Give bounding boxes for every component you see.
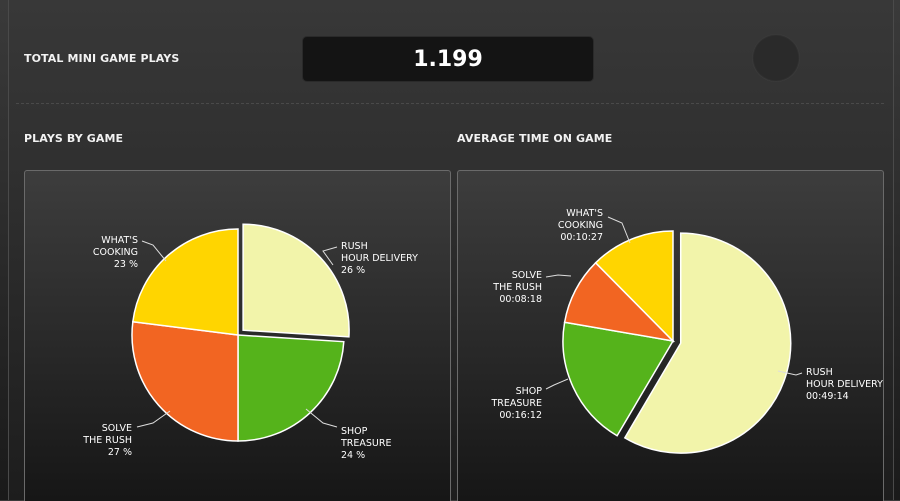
pie-slice-rush-hour-delivery[interactable] — [242, 223, 350, 338]
label-connector-solve-the-rush — [136, 410, 171, 428]
slice-label-shop-treasure: SHOP TREASURE 00:16:12 — [491, 386, 543, 421]
slice-label-solve-the-rush: SOLVE THE RUSH 27 % — [82, 423, 132, 458]
plays-by-game-panel: RUSH HOUR DELIVERY 26 % SHOP TREASURE 24 % SOL… — [24, 170, 451, 501]
total-plays-value: 1.199 — [413, 46, 483, 72]
label-connector-whats-cooking — [607, 216, 631, 244]
total-plays-label: TOTAL MINI GAME PLAYS — [24, 52, 180, 65]
average-time-panel: RUSH HOUR DELIVERY 00:49:14 SHOP TREASURE 00:… — [457, 170, 884, 501]
slice-label-solve-the-rush: SOLVE THE RUSH 00:08:18 — [492, 270, 542, 305]
plays-by-game-title: PLAYS BY GAME — [24, 132, 124, 145]
pie-slice-solve-the-rush[interactable] — [131, 320, 239, 442]
slice-label-whats-cooking: WHAT'S COOKING 23 % — [93, 235, 138, 270]
total-plays-value-box: 1.199 — [302, 36, 594, 82]
average-time-title: AVERAGE TIME ON GAME — [457, 132, 613, 145]
slice-label-rush-hour-delivery: RUSH HOUR DELIVERY 26 % — [341, 241, 418, 276]
slice-label-whats-cooking: WHAT'S COOKING 00:10:27 — [558, 208, 603, 243]
slice-label-rush-hour-delivery: RUSH HOUR DELIVERY 00:49:14 — [806, 367, 883, 402]
pie-slice-shop-treasure[interactable] — [237, 334, 345, 442]
label-connector-shop-treasure — [545, 378, 569, 390]
label-connector-solve-the-rush — [545, 274, 572, 278]
round-action-button[interactable] — [752, 34, 800, 82]
label-connector-whats-cooking — [141, 240, 167, 262]
section-divider — [16, 103, 884, 104]
pie-slice-whats-cooking[interactable] — [131, 228, 239, 336]
average-time-pie-chart: RUSH HOUR DELIVERY 00:49:14 SHOP TREASURE 00:… — [491, 208, 883, 454]
slice-label-shop-treasure: SHOP TREASURE 24 % — [340, 426, 392, 461]
plays-by-game-pie-chart: RUSH HOUR DELIVERY 26 % SHOP TREASURE 24 % SOL… — [82, 223, 418, 461]
